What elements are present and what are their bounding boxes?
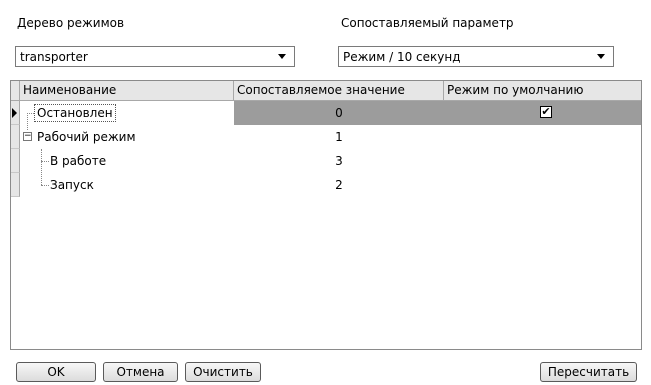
- name-cell[interactable]: Остановлен: [20, 101, 248, 125]
- name-cell[interactable]: Запуск: [20, 173, 264, 197]
- row-header[interactable]: [11, 173, 20, 197]
- param-label: Сопоставляемый параметр: [341, 16, 514, 30]
- cancel-button[interactable]: Отмена: [103, 362, 178, 382]
- row-name: Запуск: [50, 178, 94, 192]
- column-header-default[interactable]: Режим по умолчанию: [444, 81, 641, 101]
- param-select[interactable]: Режим / 10 секунд: [338, 46, 614, 67]
- default-checkbox[interactable]: ✔: [540, 106, 552, 118]
- table-row[interactable]: В работе 3: [20, 149, 641, 173]
- row-header[interactable]: [11, 101, 20, 125]
- default-cell[interactable]: [444, 149, 641, 173]
- param-select-value: Режим / 10 секунд: [343, 49, 461, 64]
- value-cell[interactable]: 3: [234, 149, 444, 173]
- default-cell[interactable]: [444, 173, 641, 197]
- row-name: Рабочий режим: [37, 130, 136, 144]
- table-row[interactable]: − Рабочий режим 1: [20, 125, 641, 149]
- checkmark-icon: ✔: [541, 105, 551, 118]
- table-row[interactable]: Запуск 2: [20, 173, 641, 197]
- value-cell[interactable]: 0: [234, 101, 444, 125]
- column-header-value[interactable]: Сопоставляемое значение: [234, 81, 444, 101]
- grid-corner: [11, 81, 20, 101]
- current-row-arrow-icon: [12, 108, 17, 118]
- collapse-icon[interactable]: −: [23, 132, 32, 141]
- row-name: Остановлен: [34, 104, 116, 122]
- tree-select[interactable]: transporter: [15, 46, 295, 67]
- table-row[interactable]: Остановлен 0 ✔: [20, 101, 641, 125]
- row-header[interactable]: [11, 149, 20, 173]
- default-cell[interactable]: ✔: [444, 101, 641, 125]
- value-cell[interactable]: 2: [234, 173, 444, 197]
- tree-select-value: transporter: [20, 49, 88, 64]
- name-cell[interactable]: − Рабочий режим: [20, 125, 251, 149]
- row-header[interactable]: [11, 125, 20, 149]
- tree-label: Дерево режимов: [17, 16, 125, 30]
- name-cell[interactable]: В работе: [20, 149, 264, 173]
- dropdown-arrow-icon: [597, 54, 605, 59]
- column-header-name[interactable]: Наименование: [20, 81, 234, 101]
- modes-grid[interactable]: Наименование Сопоставляемое значение Реж…: [10, 80, 642, 350]
- default-cell[interactable]: [444, 125, 641, 149]
- clear-button[interactable]: Очистить: [185, 362, 261, 382]
- value-cell[interactable]: 1: [234, 125, 444, 149]
- recalc-button[interactable]: Пересчитать: [540, 362, 637, 382]
- dropdown-arrow-icon: [278, 54, 286, 59]
- ok-button[interactable]: OK: [16, 362, 96, 382]
- row-name: В работе: [50, 154, 107, 168]
